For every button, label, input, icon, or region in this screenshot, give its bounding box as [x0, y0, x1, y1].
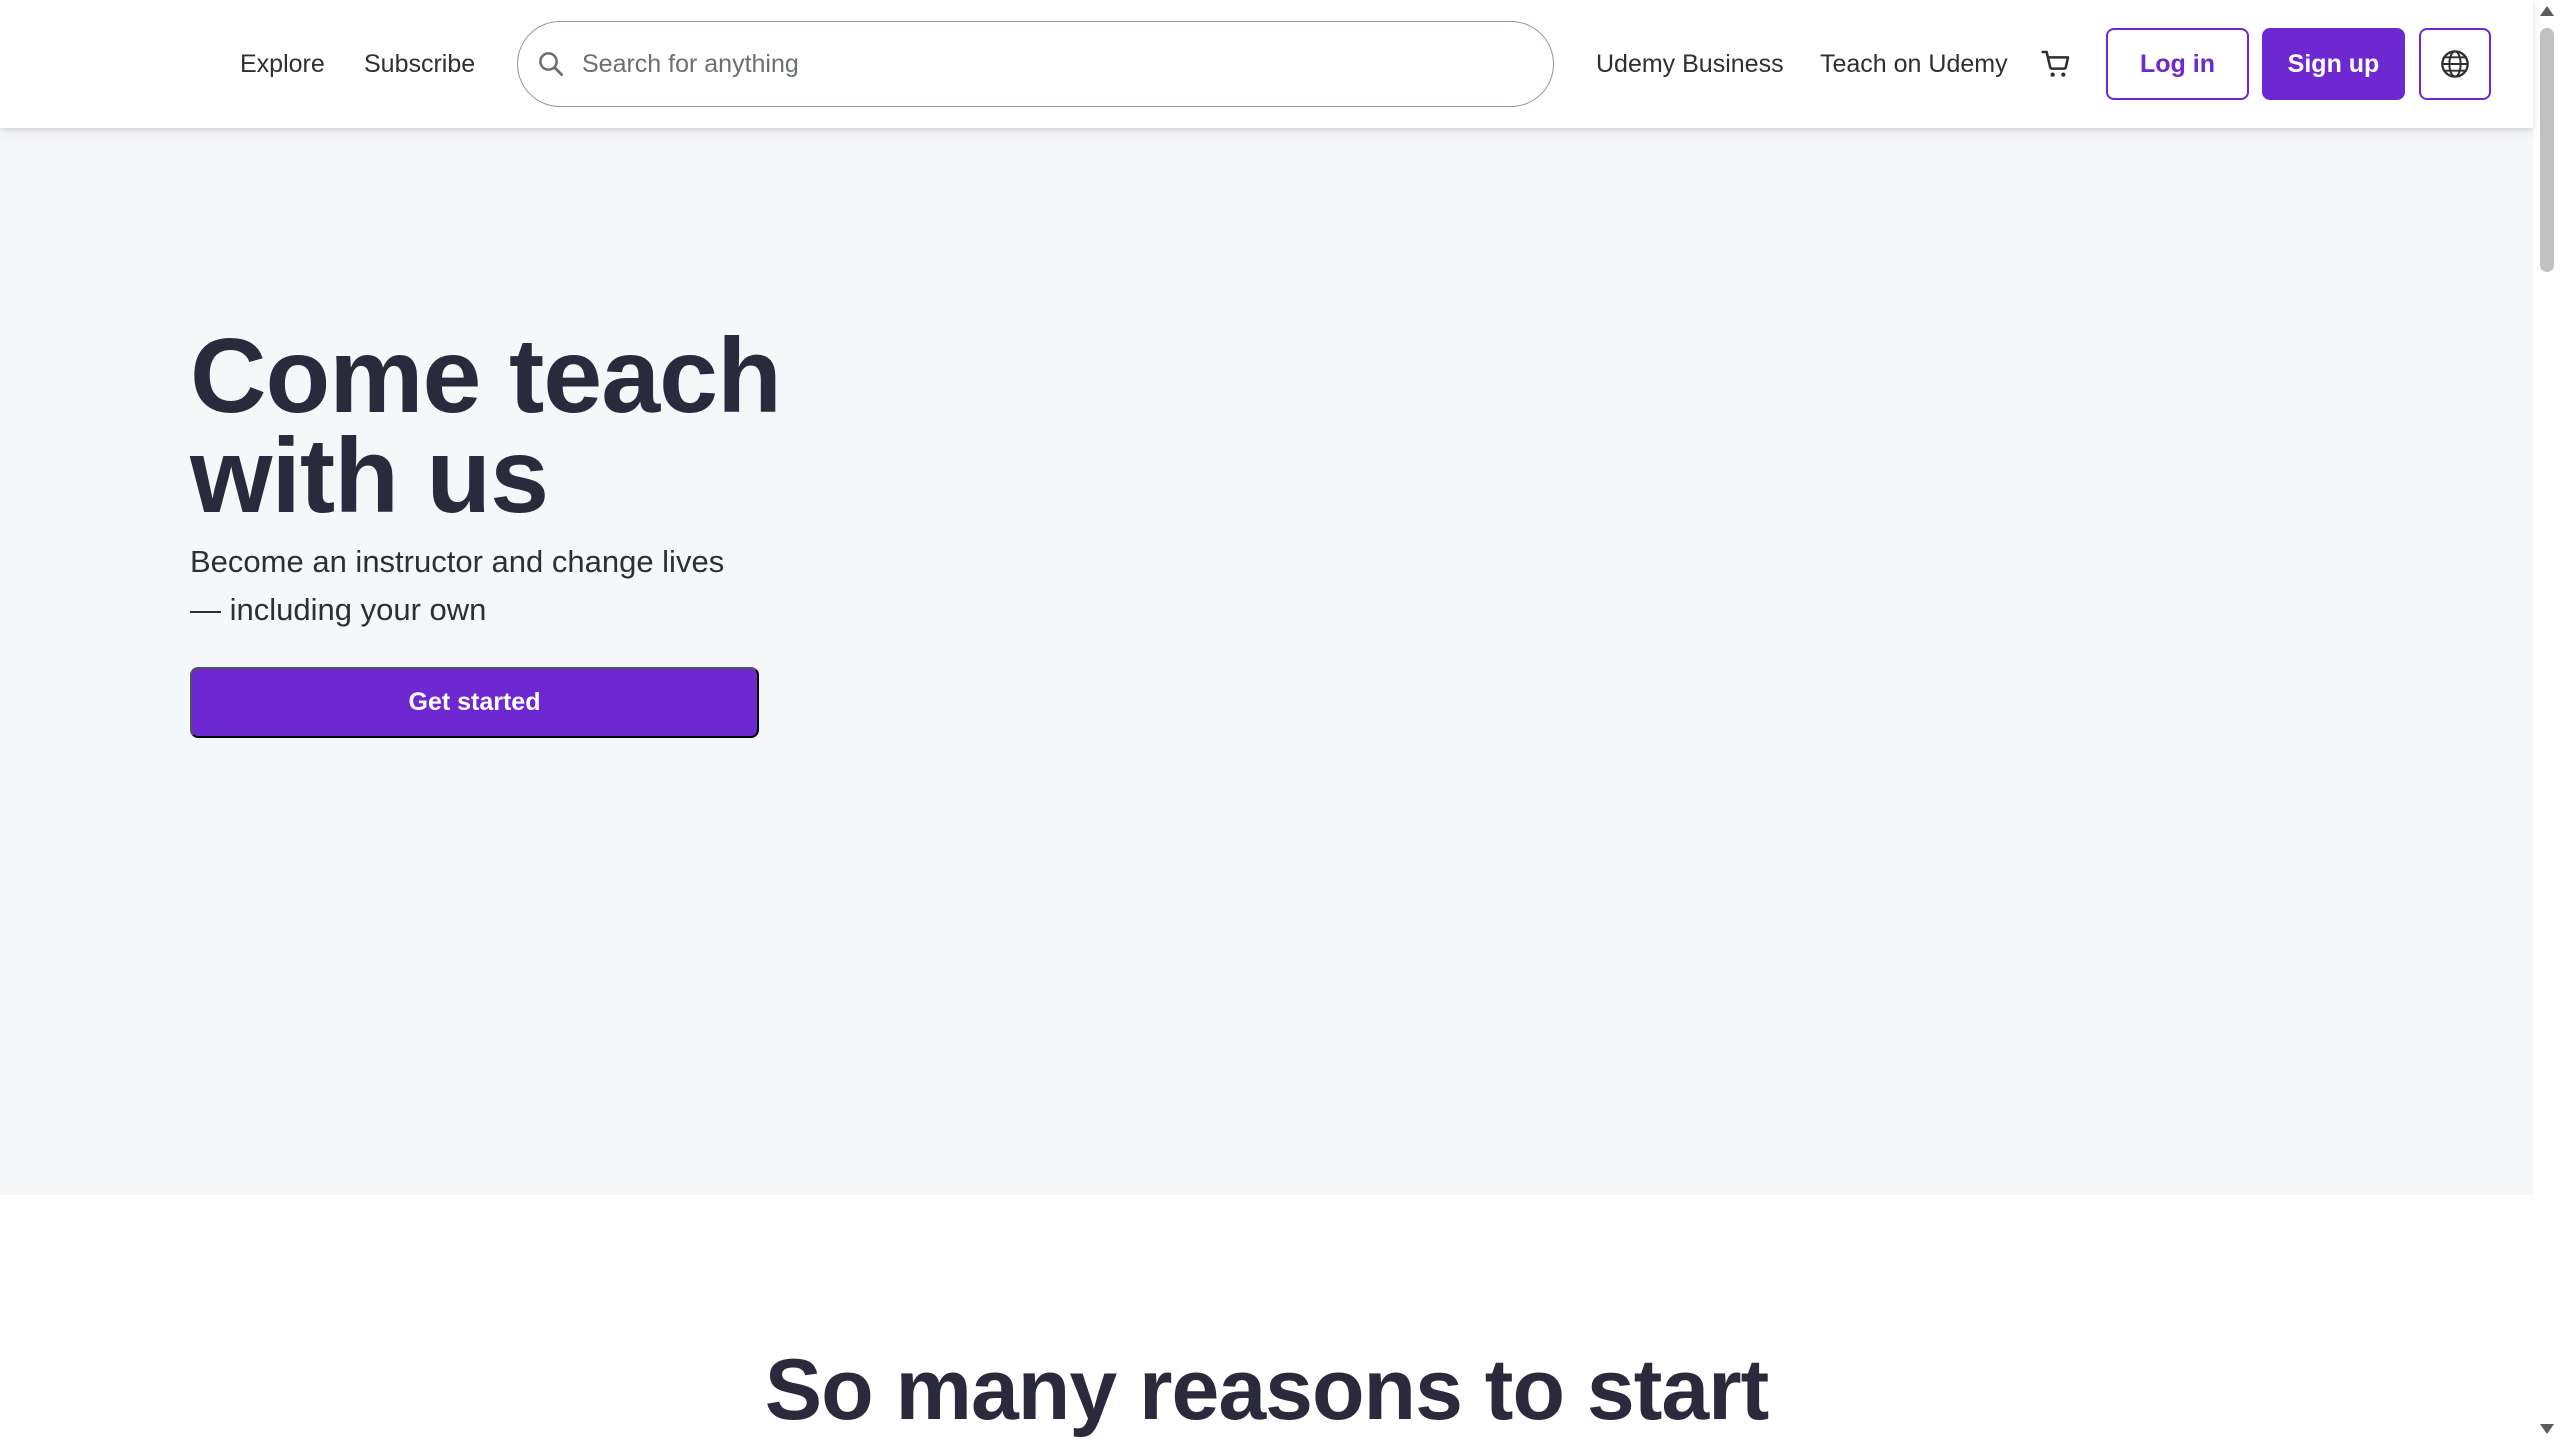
search-input[interactable]: [582, 34, 1553, 94]
scroll-up-arrow-icon[interactable]: [2540, 6, 2554, 16]
hero-subtitle: Become an instructor and change lives — …: [190, 544, 725, 627]
reasons-heading: So many reasons to start: [764, 1342, 1770, 1438]
top-header: Explore Subscribe Udemy Business Teach o…: [0, 0, 2533, 128]
cart-icon: [2041, 50, 2070, 77]
search-bar[interactable]: [517, 21, 1554, 107]
signup-button[interactable]: Sign up: [2262, 28, 2405, 100]
cart-button[interactable]: [2036, 40, 2076, 88]
language-button[interactable]: [2419, 28, 2491, 100]
scroll-down-arrow-icon[interactable]: [2540, 1424, 2554, 1434]
login-button[interactable]: Log in: [2106, 28, 2249, 100]
hero-section: [0, 128, 2533, 1195]
nav-explore-link[interactable]: Explore: [240, 0, 325, 128]
page-scrollbar[interactable]: [2533, 0, 2560, 1440]
get-started-button[interactable]: Get started: [190, 667, 759, 738]
nav-udemy-business-link[interactable]: Udemy Business: [1596, 0, 1784, 128]
search-icon[interactable]: [536, 49, 566, 79]
nav-teach-on-udemy-link[interactable]: Teach on Udemy: [1820, 0, 2008, 128]
hero-title: Come teach with us: [190, 317, 782, 535]
scrollbar-thumb[interactable]: [2540, 28, 2554, 272]
globe-icon: [2441, 50, 2469, 78]
nav-subscribe-link[interactable]: Subscribe: [364, 0, 475, 128]
